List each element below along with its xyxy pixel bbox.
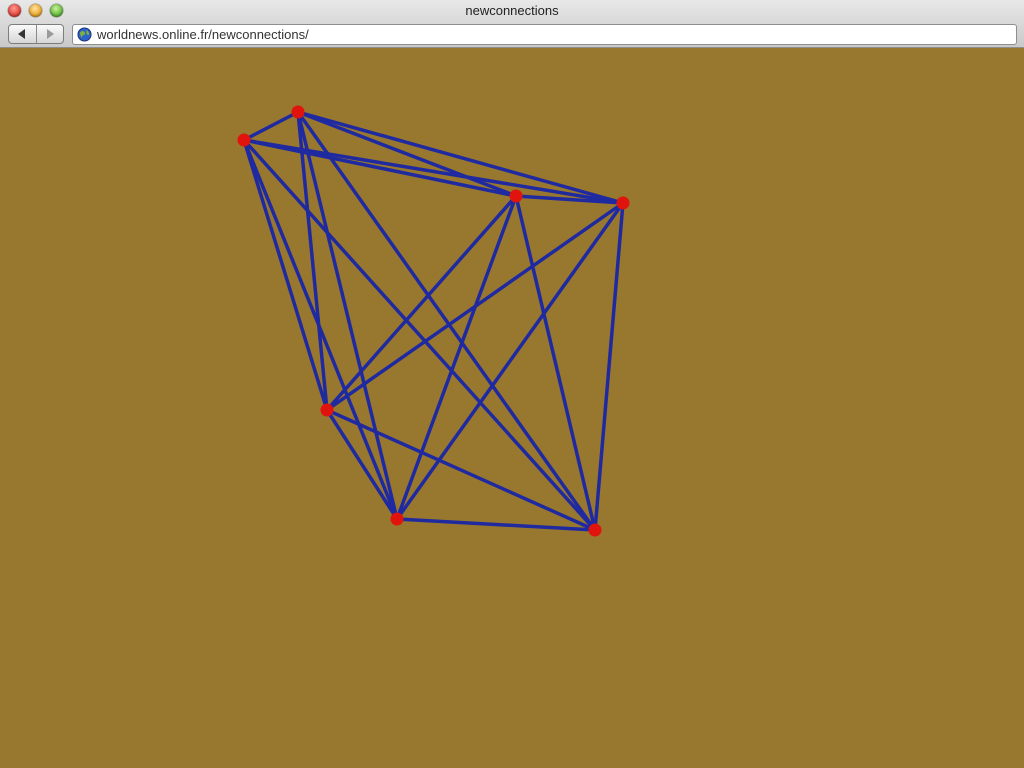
url-text: worldnews.online.fr/newconnections/ [97, 27, 309, 42]
graph-node[interactable] [320, 403, 334, 417]
graph-edge [242, 138, 399, 521]
address-bar[interactable]: worldnews.online.fr/newconnections/ [72, 24, 1017, 45]
navigation-buttons [8, 24, 64, 44]
graph-node[interactable] [291, 105, 305, 119]
back-arrow-icon [18, 29, 26, 39]
graph-edge [514, 194, 597, 532]
graph-edge [325, 201, 625, 412]
graph-edge [395, 201, 625, 521]
page-content [0, 48, 1024, 768]
browser-toolbar: newconnections worldnews.online.fr/newco… [0, 0, 1024, 48]
graph-edge [242, 110, 300, 142]
graph-node[interactable] [509, 189, 523, 203]
window-title: newconnections [465, 3, 559, 18]
graph-node[interactable] [616, 196, 630, 210]
graph-node[interactable] [237, 133, 251, 147]
graph-edge [296, 110, 399, 521]
back-button[interactable] [9, 25, 36, 43]
globe-icon [77, 27, 92, 42]
graph-edge [593, 201, 625, 532]
graph-edge [395, 517, 597, 532]
graph-edge [395, 194, 518, 521]
forward-button[interactable] [35, 25, 64, 43]
forward-arrow-icon [46, 29, 54, 39]
connection-graph [237, 105, 630, 537]
graph-node[interactable] [588, 523, 602, 537]
graph-node[interactable] [390, 512, 404, 526]
